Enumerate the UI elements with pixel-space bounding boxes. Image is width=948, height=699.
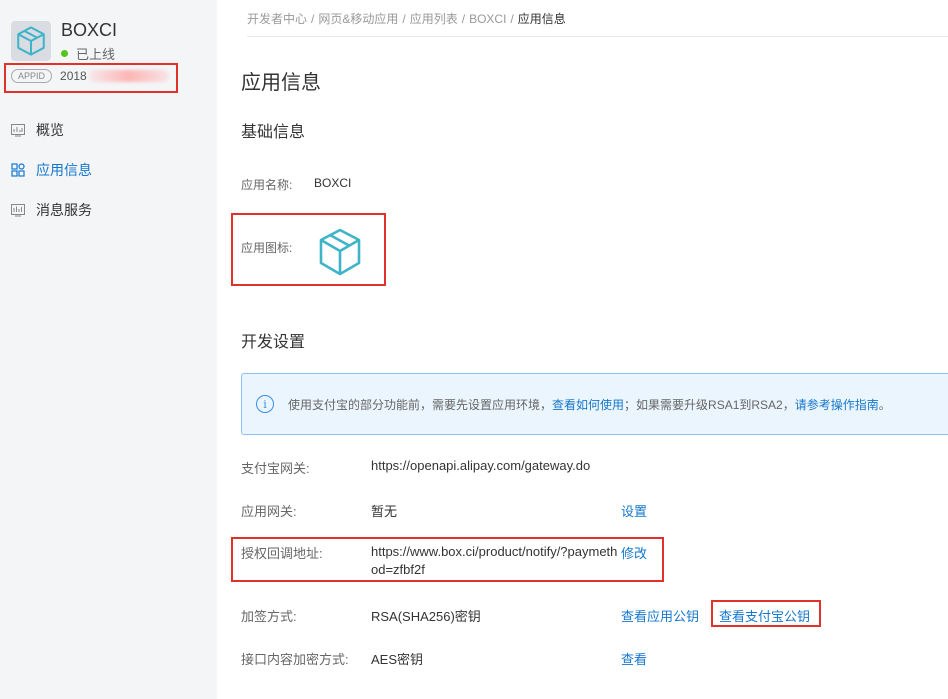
section-title-basic: 基础信息	[241, 124, 306, 141]
sidebar-nav: 概览 应用信息 消息服务	[0, 110, 217, 230]
app-icon-cube-icon	[319, 228, 361, 276]
encrypt-method-label: 接口内容加密方式:	[241, 652, 349, 667]
app-name-label: 应用名称:	[241, 178, 293, 192]
how-to-use-link[interactable]: 查看如何使用	[552, 396, 624, 413]
callback-edit-button[interactable]: 修改	[621, 543, 647, 562]
gateway-value: https://openapi.alipay.com/gateway.do	[371, 458, 591, 473]
guide-link[interactable]: 请参考操作指南	[795, 396, 879, 413]
app-icon-label: 应用图标:	[241, 241, 293, 255]
app-card: BOXCI 已上线 APPID 2018	[0, 0, 217, 96]
sidebar-item-message-service[interactable]: 消息服务	[0, 190, 217, 230]
breadcrumb-item[interactable]: 应用列表	[410, 12, 458, 26]
breadcrumb: 开发者中心 / 网页&移动应用 / 应用列表 / BOXCI / 应用信息	[247, 12, 566, 26]
view-encrypt-key-button[interactable]: 查看	[621, 649, 647, 668]
app-gateway-label: 应用网关:	[241, 504, 297, 519]
callback-value: https://www.box.ci/product/notify/?payme…	[371, 544, 618, 577]
breadcrumb-item[interactable]: BOXCI	[469, 12, 506, 26]
breadcrumb-current: 应用信息	[517, 12, 566, 26]
sign-method-label: 加签方式:	[241, 609, 297, 624]
status-dot	[61, 50, 68, 57]
main-content: 开发者中心 / 网页&移动应用 / 应用列表 / BOXCI / 应用信息 应用信息 基础信息 …	[217, 0, 948, 699]
sign-method-value: RSA(SHA256)密钥	[371, 609, 481, 624]
app-logo	[11, 21, 51, 61]
appid-value: 2018	[60, 69, 87, 83]
banner-text: 使用支付宝的部分功能前，需要先设置应用环境，	[288, 397, 553, 412]
sidebar-item-overview[interactable]: 概览	[0, 110, 217, 150]
banner-text: ；如果需要升级RSA1到RSA2，	[624, 397, 795, 412]
app-name-value: BOXCI	[314, 176, 352, 190]
sidebar-item-label: 消息服务	[36, 202, 92, 218]
cube-icon	[17, 26, 45, 56]
info-banner: i 使用支付宝的部分功能前，需要先设置应用环境， 查看如何使用 ；如果需要升级RSA…	[241, 373, 948, 435]
view-app-public-key-button[interactable]: 查看应用公钥	[621, 606, 699, 625]
app-info-icon	[11, 163, 25, 177]
gateway-label: 支付宝网关:	[241, 461, 310, 476]
appid-redaction	[88, 70, 169, 82]
view-alipay-public-key-button[interactable]: 查看支付宝公钥	[719, 606, 810, 625]
sidebar-item-app-info[interactable]: 应用信息	[0, 150, 217, 190]
appid-badge: APPID	[11, 69, 53, 83]
breadcrumb-item[interactable]: 网页&移动应用	[318, 12, 398, 26]
overview-icon	[11, 123, 25, 137]
app-status: 已上线	[61, 44, 115, 63]
callback-label: 授权回调地址:	[241, 546, 323, 561]
banner-text: 。	[878, 397, 891, 412]
breadcrumb-item[interactable]: 开发者中心	[247, 12, 307, 26]
message-service-icon	[11, 203, 25, 217]
sidebar-item-label: 概览	[36, 122, 64, 138]
sidebar: BOXCI 已上线 APPID 2018 概览 应用信息 消息服务	[0, 0, 217, 699]
appid-row: APPID 2018	[11, 69, 169, 83]
app-status-label: 已上线	[76, 47, 116, 62]
page-title: 应用信息	[241, 72, 321, 94]
app-gateway-set-button[interactable]: 设置	[621, 501, 647, 520]
sidebar-item-label: 应用信息	[36, 162, 92, 178]
app-name: BOXCI	[61, 20, 118, 40]
section-title-dev: 开发设置	[241, 334, 306, 351]
info-icon: i	[256, 395, 274, 413]
app-gateway-value: 暂无	[371, 504, 398, 519]
encrypt-method-value: AES密钥	[371, 652, 424, 667]
divider	[247, 36, 948, 37]
